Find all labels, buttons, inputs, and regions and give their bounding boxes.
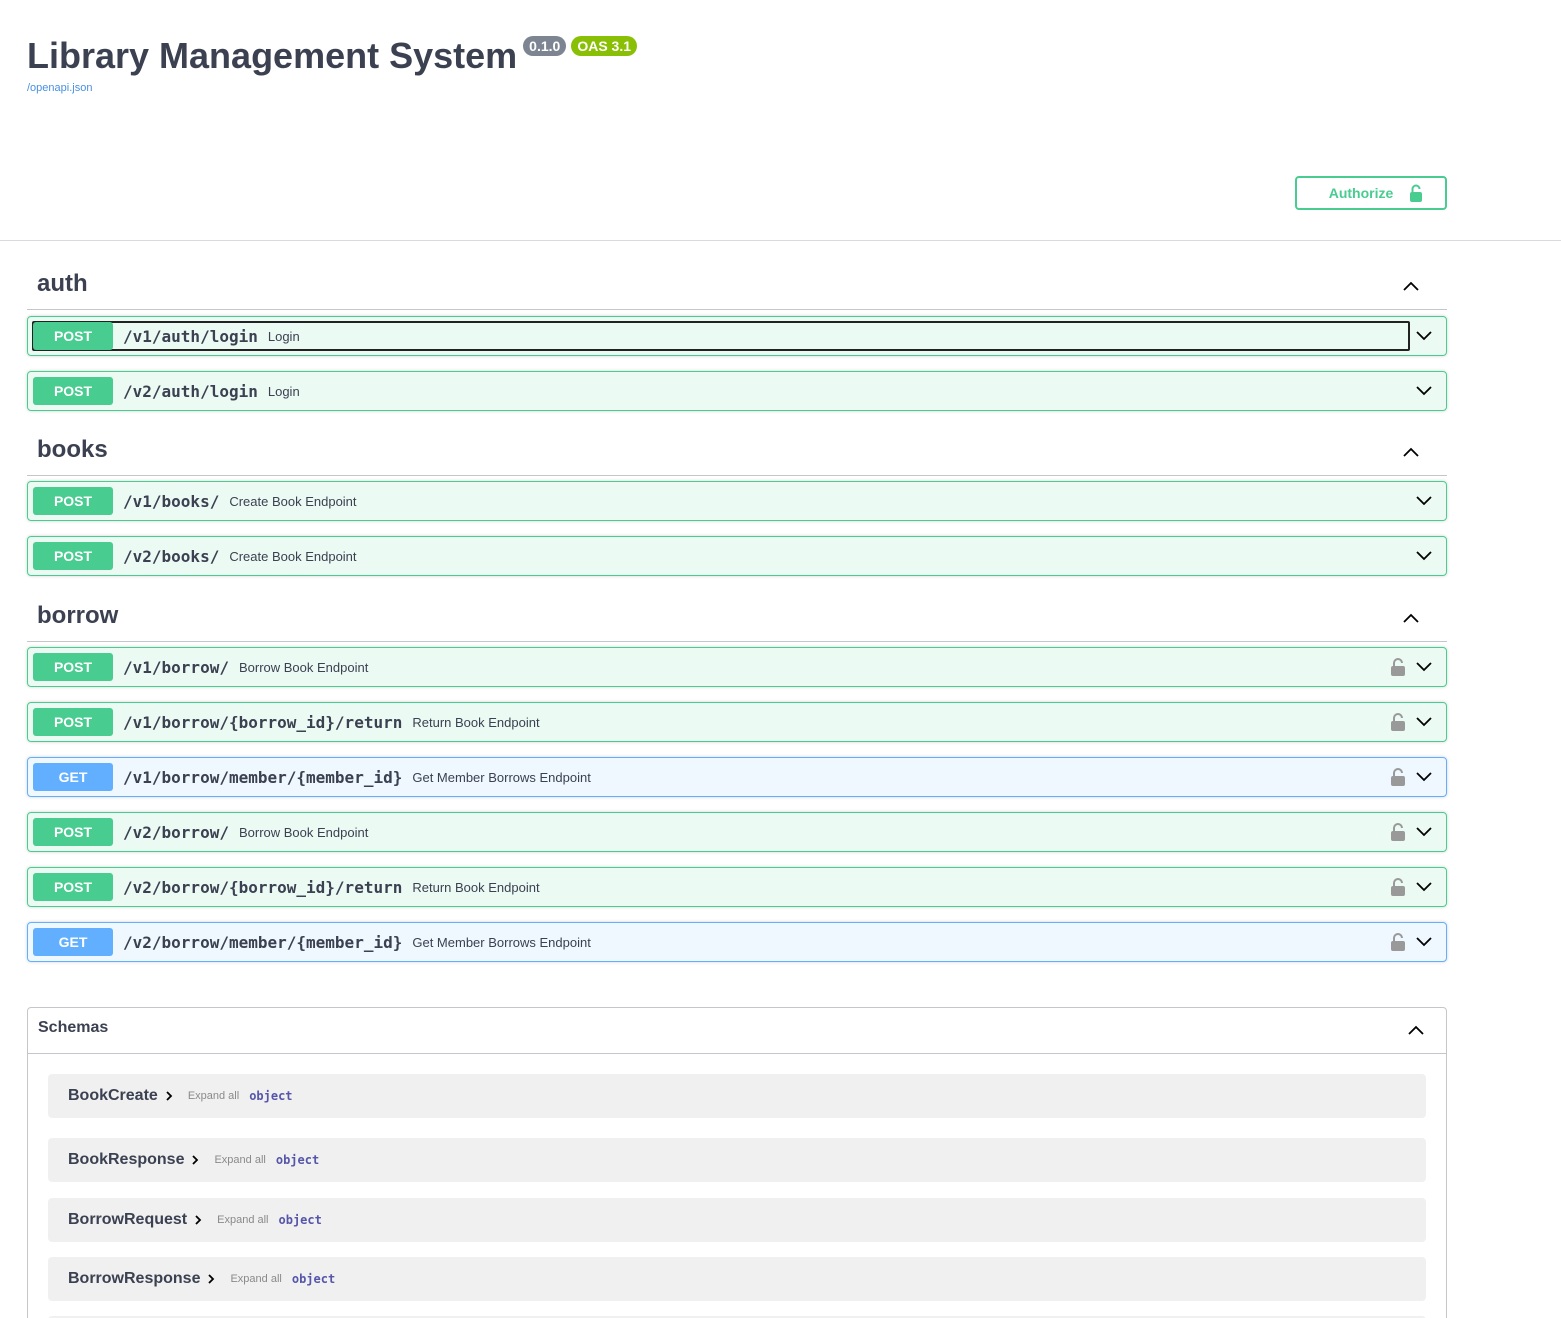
model-type: object (249, 1089, 293, 1103)
operation-post-v2-borrow-return[interactable]: POST /v2/borrow/{borrow_id}/return Return… (27, 867, 1447, 907)
operation-summary: Borrow Book Endpoint (238, 824, 369, 840)
operation-get-v1-borrow-member[interactable]: GET /v1/borrow/member/{member_id} Get Mem… (27, 757, 1447, 797)
chevron-down-icon[interactable] (1414, 491, 1434, 511)
chevron-down-icon[interactable] (1414, 822, 1434, 842)
operation-summary: Login (267, 328, 300, 344)
unlocked-lock-icon[interactable] (1390, 877, 1406, 897)
chevron-right-icon[interactable] (206, 1273, 216, 1285)
unlocked-lock-icon[interactable] (1390, 767, 1406, 787)
schemas-title: Schemas (38, 1019, 109, 1036)
openapi-json-link[interactable]: /openapi.json (27, 82, 92, 94)
method-badge: POST (33, 487, 113, 515)
chevron-right-icon[interactable] (193, 1214, 203, 1226)
model-type: object (291, 1272, 336, 1286)
operation-path: /v2/borrow/member/{member_id} Get Member … (123, 932, 591, 952)
unlocked-lock-icon[interactable] (1390, 822, 1406, 842)
chevron-up-icon[interactable] (1401, 608, 1421, 628)
operation-path: /v2/borrow/{borrow_id}/return Return Book… (123, 877, 540, 897)
operation-post-v1-books[interactable]: POST /v1/books/Create Book Endpoint (27, 481, 1447, 521)
model-name[interactable]: BorrowResponse (68, 1270, 200, 1288)
version-badge: 0.1.0 (523, 36, 567, 56)
header-divider (0, 240, 1561, 241)
operation-path: /v2/borrow/Borrow Book Endpoint (123, 822, 369, 842)
chevron-down-icon[interactable] (1414, 381, 1434, 401)
page-title: Library Management System (27, 35, 518, 76)
chevron-down-icon[interactable] (1414, 657, 1434, 677)
operation-summary: Borrow Book Endpoint (238, 659, 369, 675)
method-badge: POST (33, 873, 113, 901)
operation-path: /v1/borrow/{borrow_id}/return Return Book… (123, 712, 540, 732)
unlocked-lock-icon (1410, 184, 1423, 202)
schemas-section: Schemas BookCreate Expand all object Boo… (27, 1007, 1447, 1318)
chevron-down-icon[interactable] (1414, 326, 1434, 346)
chevron-right-icon[interactable] (164, 1090, 174, 1102)
model-borrowresponse[interactable]: BorrowResponse Expand all object (48, 1257, 1426, 1301)
expand-all-link[interactable]: Expand all (214, 1154, 265, 1166)
chevron-right-icon[interactable] (190, 1154, 200, 1166)
operation-path: /v1/auth/login Login (123, 326, 300, 346)
tag-auth[interactable]: auth (27, 270, 1447, 310)
operation-summary: Return Book Endpoint (412, 879, 540, 895)
operation-summary: Create Book Endpoint (229, 493, 357, 509)
method-badge: GET (33, 928, 113, 956)
api-info: Library Management System 0.1.0 OAS 3.1 … (27, 30, 638, 94)
method-badge: GET (33, 763, 113, 791)
model-type: object (275, 1153, 320, 1167)
tag-name: auth (37, 270, 88, 297)
chevron-down-icon[interactable] (1414, 932, 1434, 952)
tag-borrow[interactable]: borrow (27, 602, 1447, 642)
operation-path: /v2/auth/login Login (123, 381, 300, 401)
chevron-up-icon[interactable] (1401, 442, 1421, 462)
chevron-up-icon[interactable] (1401, 276, 1421, 296)
operation-path: /v1/borrow/member/{member_id} Get Member … (123, 767, 591, 787)
operation-summary: Get Member Borrows Endpoint (412, 934, 591, 950)
operation-summary: Login (267, 383, 300, 399)
model-name[interactable]: BorrowRequest (68, 1211, 187, 1229)
model-type: object (278, 1213, 322, 1227)
chevron-down-icon[interactable] (1414, 546, 1434, 566)
expand-all-link[interactable]: Expand all (230, 1273, 281, 1285)
swagger-ui-page: Library Management System 0.1.0 OAS 3.1 … (0, 0, 1561, 1318)
chevron-down-icon[interactable] (1414, 767, 1434, 787)
operation-summary: Create Book Endpoint (229, 548, 357, 564)
model-bookresponse[interactable]: BookResponse Expand all object (48, 1138, 1426, 1182)
tag-books[interactable]: books (27, 436, 1447, 476)
authorize-label: Authorize (1328, 185, 1394, 201)
operation-path: /v2/books/Create Book Endpoint (123, 546, 357, 566)
model-borrowrequest[interactable]: BorrowRequest Expand all object (48, 1198, 1426, 1242)
model-bookcreate[interactable]: BookCreate Expand all object (48, 1074, 1426, 1118)
authorize-button[interactable]: Authorize (1295, 176, 1447, 210)
expand-all-link[interactable]: Expand all (217, 1214, 268, 1226)
chevron-down-icon[interactable] (1414, 877, 1434, 897)
method-badge: POST (33, 708, 113, 736)
tag-name: borrow (37, 602, 119, 629)
method-badge: POST (33, 542, 113, 570)
operation-summary: Get Member Borrows Endpoint (412, 769, 591, 785)
schemas-header[interactable]: Schemas (28, 1008, 1446, 1054)
method-badge: POST (33, 377, 113, 405)
model-name[interactable]: BookCreate (68, 1087, 158, 1105)
operation-path: /v1/borrow/Borrow Book Endpoint (123, 657, 369, 677)
method-badge: POST (33, 322, 113, 350)
chevron-down-icon[interactable] (1414, 712, 1434, 732)
method-badge: POST (33, 818, 113, 846)
operation-post-v1-auth-login[interactable]: POST /v1/auth/login Login (27, 316, 1447, 356)
chevron-up-icon[interactable] (1406, 1020, 1426, 1040)
expand-all-link[interactable]: Expand all (188, 1090, 239, 1102)
oas-badge: OAS 3.1 (571, 36, 638, 56)
unlocked-lock-icon[interactable] (1390, 712, 1406, 732)
unlocked-lock-icon[interactable] (1390, 657, 1406, 677)
operation-get-v2-borrow-member[interactable]: GET /v2/borrow/member/{member_id} Get Mem… (27, 922, 1447, 962)
operation-path: /v1/books/Create Book Endpoint (123, 491, 357, 511)
model-name[interactable]: BookResponse (68, 1151, 184, 1169)
operation-post-v2-books[interactable]: POST /v2/books/Create Book Endpoint (27, 536, 1447, 576)
operation-post-v2-borrow[interactable]: POST /v2/borrow/Borrow Book Endpoint (27, 812, 1447, 852)
operation-post-v2-auth-login[interactable]: POST /v2/auth/login Login (27, 371, 1447, 411)
operation-summary: Return Book Endpoint (412, 714, 540, 730)
method-badge: POST (33, 653, 113, 681)
operation-post-v1-borrow[interactable]: POST /v1/borrow/Borrow Book Endpoint (27, 647, 1447, 687)
unlocked-lock-icon[interactable] (1390, 932, 1406, 952)
operation-post-v1-borrow-return[interactable]: POST /v1/borrow/{borrow_id}/return Return… (27, 702, 1447, 742)
tag-name: books (37, 436, 108, 463)
